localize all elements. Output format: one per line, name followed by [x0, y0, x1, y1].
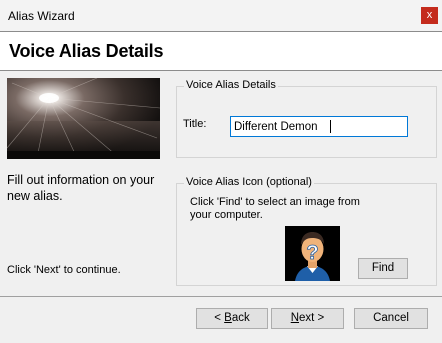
next-button[interactable]: Next > — [271, 308, 344, 329]
text-caret — [330, 120, 331, 133]
back-label-rest: ack — [231, 312, 250, 324]
back-button[interactable]: < Back — [196, 308, 268, 329]
find-button[interactable]: Find — [358, 258, 408, 279]
icon-group-label: Voice Alias Icon (optional) — [184, 176, 314, 188]
back-prefix: < — [214, 312, 225, 324]
instructions-text: Fill out information on your new alias. — [7, 173, 155, 203]
svg-text:?: ? — [306, 242, 318, 264]
next-label-rest: ext > — [299, 312, 325, 324]
continue-hint: Click 'Next' to continue. — [7, 264, 121, 276]
question-face-avatar-icon: ? — [285, 226, 340, 281]
page-title: Voice Alias Details — [9, 41, 164, 61]
footer-separator — [0, 296, 442, 297]
back-accelerator: B — [224, 312, 232, 324]
cancel-button[interactable]: Cancel — [354, 308, 428, 329]
title-label: Title: — [183, 118, 207, 130]
window-title: Alias Wizard — [8, 9, 75, 23]
title-bar: Alias Wizard x — [0, 0, 442, 31]
icon-hint-text: Click 'Find' to select an image from you… — [190, 196, 360, 221]
title-input[interactable] — [230, 116, 408, 137]
next-accelerator: N — [290, 312, 300, 324]
banner-image — [7, 78, 160, 159]
wizard-header: Voice Alias Details — [0, 31, 442, 71]
details-group-label: Voice Alias Details — [184, 79, 278, 91]
close-icon[interactable]: x — [421, 7, 438, 24]
